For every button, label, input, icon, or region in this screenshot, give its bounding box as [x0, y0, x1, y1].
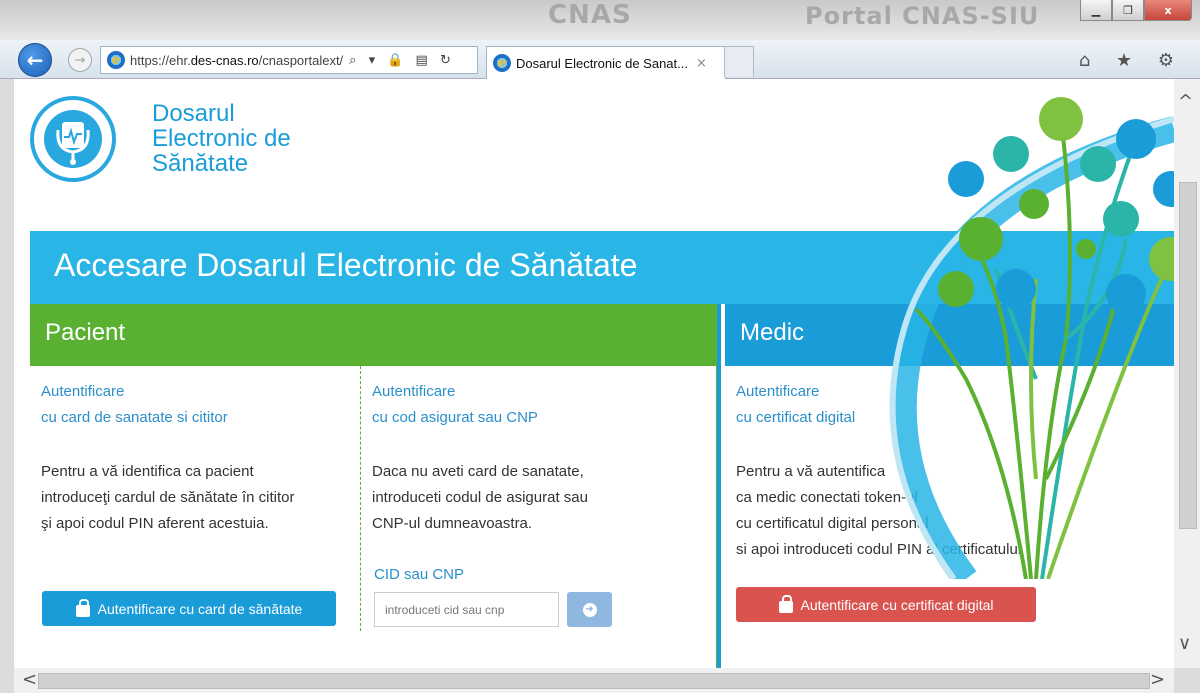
url-domain: des-cnas.ro [190, 52, 259, 68]
cnp-auth-description-line: Daca nu aveti card de sanatate, [372, 463, 584, 480]
url-path: /cnasportalext/ [258, 52, 344, 68]
forward-button[interactable]: → [68, 48, 92, 72]
cert-auth-button-label: Autentificare cu certificat digital [800, 596, 994, 613]
logo-text-line: Sănătate [152, 150, 249, 177]
cnp-auth-description-line: introduceti codul de asigurat sau [372, 489, 588, 506]
logo-clipboard-icon [44, 110, 102, 168]
arrow-right-icon: ➜ [582, 602, 597, 617]
pacient-header-label: Pacient [45, 319, 126, 346]
card-auth-button-label: Autentificare cu card de sănătate [97, 600, 303, 617]
navigation-bar: ← → e https://ehr.des-cnas.ro/cnasportal… [0, 40, 1200, 79]
title-bar-background-text: Portal CNAS-SIU [805, 2, 1040, 30]
medic-section-border [717, 304, 721, 668]
card-auth-description: Pentru a vă identifica ca pacient introd… [41, 459, 294, 537]
card-auth-link-line: Autentificare [41, 383, 125, 400]
scroll-right-icon[interactable]: > [1150, 669, 1165, 690]
address-bar[interactable]: e https://ehr.des-cnas.ro/cnasportalext/… [100, 46, 478, 74]
restore-button[interactable]: ❐ [1112, 0, 1144, 21]
lock-icon [75, 598, 90, 617]
vertical-scrollbar[interactable]: ^ ∨ [1174, 79, 1200, 668]
horizontal-scrollbar[interactable]: < > [14, 668, 1174, 693]
vertical-scroll-thumb[interactable] [1179, 182, 1197, 529]
pacient-section-header: Pacient [30, 304, 717, 366]
cnp-field-label: CID sau CNP [374, 566, 465, 583]
browser-tab-active[interactable]: e Dosarul Electronic de Sanat... × [486, 46, 726, 79]
browser-window: CNAS Portal CNAS-SIU ▁ ❐ x ← → e https:/… [0, 0, 1200, 693]
cnp-input[interactable] [375, 593, 558, 626]
card-auth-button[interactable]: Autentificare cu card de sănătate [42, 591, 336, 626]
cnp-input-wrapper[interactable] [374, 592, 559, 627]
card-auth-link-line: cu card de sanatate si cititor [41, 409, 228, 426]
url-text[interactable]: https://ehr.des-cnas.ro/cnasportalext/ [130, 53, 343, 68]
close-window-button[interactable]: x [1144, 0, 1192, 21]
new-tab-button[interactable] [724, 46, 754, 77]
logo-stethoscope-icon [30, 96, 116, 182]
logo-text: Dosarul Electronic de Sănătate [152, 101, 291, 176]
scroll-down-icon[interactable]: ∨ [1178, 633, 1191, 654]
pacient-column-divider [360, 366, 361, 631]
page-viewport: Dosarul Electronic de Sănătate Accesare … [14, 79, 1174, 668]
logo-text-line: Electronic de [152, 125, 291, 152]
minimize-button[interactable]: ▁ [1080, 0, 1112, 21]
title-bar-background-text: CNAS [548, 0, 632, 30]
horizontal-scroll-thumb[interactable] [38, 673, 1150, 689]
card-auth-description-line: introduceţi cardul de sănătate în citito… [41, 489, 295, 506]
scroll-left-icon[interactable]: < [22, 669, 37, 690]
card-auth-description-line: şi apoi codul PIN aferent acestuia. [41, 515, 269, 532]
cnp-auth-link[interactable]: Autentificare cu cod asigurat sau CNP [372, 379, 538, 431]
title-bar: CNAS Portal CNAS-SIU ▁ ❐ x [0, 0, 1200, 40]
address-bar-icons[interactable]: ⌕ ▾ 🔒 ▤ ↻ [349, 53, 455, 68]
back-button[interactable]: ← [18, 43, 52, 77]
page-title: Accesare Dosarul Electronic de Sănătate [54, 247, 638, 283]
medical-tree-illustration [889, 97, 1174, 579]
card-auth-description-line: Pentru a vă identifica ca pacient [41, 463, 254, 480]
window-controls: ▁ ❐ x [1080, 0, 1192, 21]
tab-title: Dosarul Electronic de Sanat... [516, 55, 688, 71]
lock-icon [778, 594, 793, 613]
cnp-auth-description-line: CNP-ul dumneavoastra. [372, 515, 533, 532]
medic-header-label: Medic [740, 319, 805, 346]
cnp-auth-link-line: cu cod asigurat sau CNP [372, 409, 538, 426]
tab-favicon-icon: e [493, 54, 511, 72]
card-auth-link[interactable]: Autentificare cu card de sanatate si cit… [41, 379, 228, 431]
ie-icon: e [107, 51, 125, 69]
scroll-up-icon[interactable]: ^ [1178, 91, 1193, 112]
browser-toolbar-icons[interactable]: ⌂ ★ ⚙ [1079, 50, 1184, 71]
cnp-submit-button[interactable]: ➜ [567, 592, 612, 627]
logo-text-line: Dosarul [152, 100, 235, 127]
cnp-auth-description: Daca nu aveti card de sanatate, introduc… [372, 459, 588, 537]
url-prefix: https://ehr. [130, 52, 191, 68]
tab-close-icon[interactable]: × [696, 56, 707, 71]
cert-auth-button[interactable]: Autentificare cu certificat digital [736, 587, 1036, 622]
cnp-auth-link-line: Autentificare [372, 383, 456, 400]
